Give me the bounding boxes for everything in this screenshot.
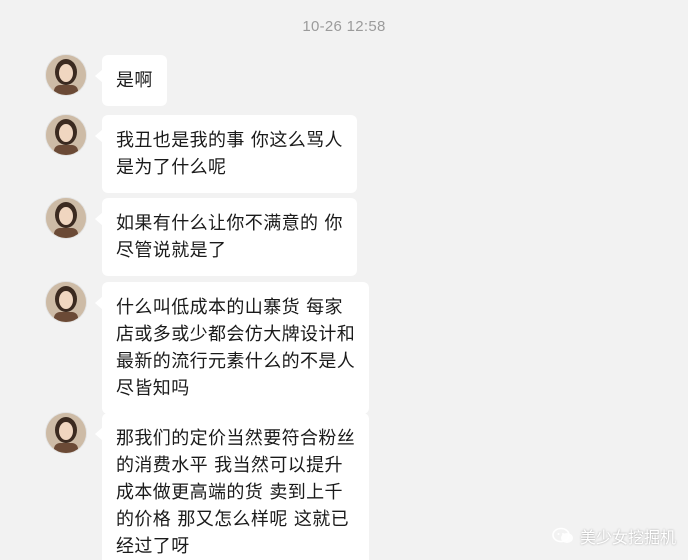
avatar[interactable] bbox=[46, 55, 86, 95]
message-bubble[interactable]: 如果有什么让你不满意的 你 尽管说就是了 bbox=[95, 198, 357, 276]
message-bubble[interactable]: 那我们的定价当然要符合粉丝 的消费水平 我当然可以提升 成本做更高端的货 卖到上… bbox=[94, 413, 370, 560]
avatar[interactable] bbox=[46, 115, 86, 155]
avatar[interactable] bbox=[46, 413, 86, 453]
message-bubble[interactable]: 什么叫低成本的山寨货 每家 店或多或少都会仿大牌设计和 最新的流行元素什么的不是… bbox=[94, 282, 370, 414]
message-bubble[interactable]: 我丑也是我的事 你这么骂人 是为了什么呢 bbox=[95, 115, 357, 193]
avatar[interactable] bbox=[46, 282, 86, 322]
message-row: 什么叫低成本的山寨货 每家 店或多或少都会仿大牌设计和 最新的流行元素什么的不是… bbox=[46, 282, 370, 414]
message-bubble[interactable]: 是啊 bbox=[95, 55, 167, 106]
message-row: 是啊 bbox=[46, 55, 167, 106]
avatar[interactable] bbox=[46, 198, 86, 238]
message-row: 我丑也是我的事 你这么骂人 是为了什么呢 bbox=[46, 115, 357, 193]
message-row: 那我们的定价当然要符合粉丝 的消费水平 我当然可以提升 成本做更高端的货 卖到上… bbox=[46, 413, 370, 560]
message-row: 如果有什么让你不满意的 你 尽管说就是了 bbox=[46, 198, 357, 276]
wechat-bubble-icon bbox=[552, 527, 573, 543]
watermark-text: 美少女挖掘机 bbox=[579, 528, 676, 547]
watermark: 美少女挖掘机 bbox=[552, 524, 676, 548]
message-timestamp: 10-26 12:58 bbox=[302, 18, 386, 35]
